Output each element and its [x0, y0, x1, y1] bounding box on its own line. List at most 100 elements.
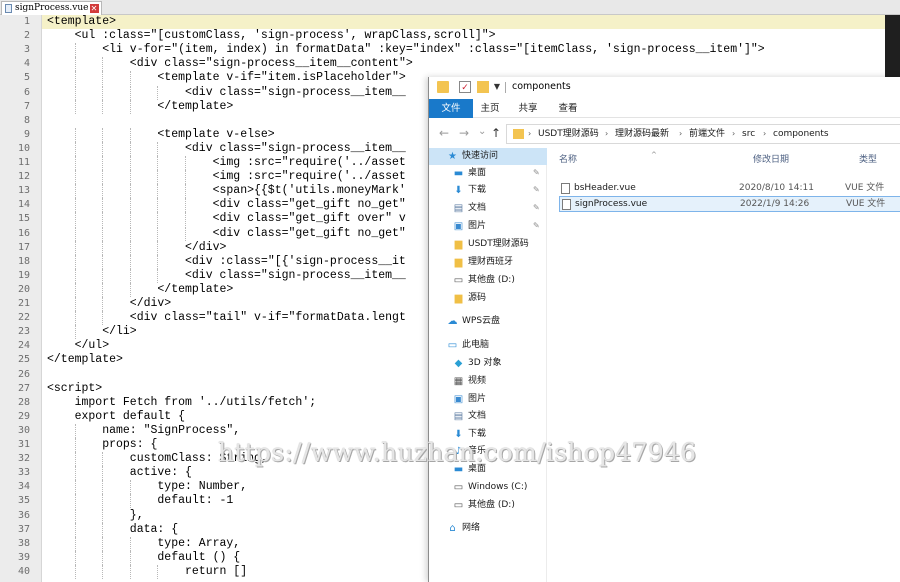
- sidebar-item[interactable]: ▭ 此电脑: [429, 337, 547, 354]
- file-explorer-window[interactable]: ✓ ▼ components 文件 主页 共享 查看 ← → ⌄ ↑ › USD…: [428, 77, 900, 582]
- recent-locations-icon[interactable]: ⌄: [478, 125, 486, 139]
- forward-arrow-icon[interactable]: →: [459, 126, 469, 140]
- file-type: VUE 文件: [846, 199, 886, 209]
- code-line[interactable]: 4 <div class="sign-process__item__content…: [24, 57, 885, 72]
- sidebar-item[interactable]: ▬ 桌面 ✎: [429, 165, 547, 182]
- sidebar-item[interactable]: ♪ 音乐: [429, 443, 547, 460]
- sidebar-item[interactable]: ◆ 3D 对象: [429, 355, 547, 372]
- line-number: 5: [23, 72, 30, 84]
- back-arrow-icon[interactable]: ←: [439, 126, 449, 140]
- indent-guide: [74, 494, 76, 509]
- line-number: 15: [17, 213, 30, 225]
- indent-guide: [102, 254, 104, 269]
- code-text: <img :src="require('../asset: [212, 170, 406, 184]
- code-text: type: Array,: [157, 536, 241, 550]
- code-line[interactable]: 2 <ul :class="[customClass, 'sign-process…: [24, 29, 885, 43]
- sidebar-item[interactable]: ▆ USDT理财源码: [429, 236, 547, 253]
- tab-signprocess-vue[interactable]: signProcess.vue ✕: [1, 1, 102, 15]
- indent-guide: [74, 141, 76, 156]
- file-date: 2020/8/10 14:11: [739, 183, 814, 193]
- new-folder-icon[interactable]: [477, 81, 489, 93]
- breadcrumb-components[interactable]: components: [773, 128, 829, 140]
- chevron-down-icon[interactable]: ▼: [491, 81, 503, 93]
- indent-guide: [74, 268, 76, 283]
- sidebar-item[interactable]: ▭ 其他盘 (D:): [429, 497, 547, 514]
- pin-icon[interactable]: ✎: [533, 221, 540, 231]
- ribbon-tab-file[interactable]: 文件: [429, 99, 473, 118]
- ribbon-tab-home[interactable]: 主页: [475, 99, 505, 118]
- sidebar-item-label: 网络: [462, 523, 481, 533]
- properties-icon[interactable]: ✓: [459, 81, 471, 93]
- up-arrow-icon[interactable]: ↑: [491, 126, 501, 140]
- line-number: 2: [23, 30, 30, 42]
- network-icon: ⌂: [449, 523, 456, 534]
- code-text: <template v-else>: [157, 127, 275, 141]
- indent-guide: [102, 240, 104, 255]
- indent-guide: [102, 99, 104, 114]
- indent-guide: [74, 57, 76, 72]
- line-number: 27: [17, 382, 30, 394]
- sidebar-item[interactable]: ▬ 桌面: [429, 461, 547, 478]
- sidebar-item[interactable]: ▣ 图片: [429, 391, 547, 408]
- code-text: },: [129, 508, 144, 522]
- indent-guide: [74, 240, 76, 255]
- breadcrumb-frontend[interactable]: 前端文件: [689, 128, 725, 140]
- indent-guide: [129, 141, 131, 156]
- sidebar-item[interactable]: ▆ 理财西班牙: [429, 254, 547, 271]
- indent-guide: [74, 536, 76, 551]
- indent-guide: [185, 184, 186, 199]
- drive-icon: ▭: [453, 482, 464, 493]
- line-number: 32: [17, 453, 30, 465]
- file-row[interactable]: bsHeader.vue 2020/8/10 14:11 VUE 文件: [559, 181, 900, 197]
- ribbon-tab-share[interactable]: 共享: [513, 99, 543, 118]
- code-line[interactable]: 1 <template>: [24, 15, 885, 29]
- sidebar-item[interactable]: ▤ 文档: [429, 408, 547, 425]
- sidebar-item[interactable]: ⬇ 下载 ✎: [429, 182, 547, 199]
- breadcrumb-usdt[interactable]: USDT理财源码: [538, 128, 599, 140]
- sidebar-item[interactable]: ▭ Windows (C:): [429, 479, 547, 496]
- indent-guide: [74, 282, 76, 297]
- line-number: 35: [17, 495, 30, 507]
- close-icon[interactable]: ✕: [89, 4, 99, 13]
- desktop-icon: ▬: [453, 168, 464, 179]
- code-text: <div class="tail" v-if="formatData.lengt: [129, 311, 406, 325]
- sidebar-item[interactable]: ▦ 视频: [429, 373, 547, 390]
- code-text: customClass: String,: [129, 452, 268, 466]
- file-icon: [562, 199, 571, 210]
- code-line[interactable]: 3 <li v-for="(item, index) in formatData"…: [24, 43, 885, 58]
- breadcrumb-src[interactable]: src: [742, 128, 755, 140]
- sidebar-item[interactable]: ▤ 文档 ✎: [429, 200, 547, 217]
- code-text: name: "SignProcess",: [102, 423, 241, 437]
- sidebar-item[interactable]: ⌂ 网络: [429, 520, 547, 537]
- sidebar-item[interactable]: ▆ 源码: [429, 290, 547, 307]
- code-text: </template>: [157, 99, 234, 113]
- pin-icon[interactable]: ✎: [533, 185, 540, 195]
- line-number: 28: [17, 396, 30, 408]
- navigation-pane[interactable]: ★ 快速访问 ▬ 桌面 ✎ ⬇ 下载 ✎ ▤ 文档 ✎ ▣ 图片 ✎ ▆ USDT理财源码 ▆ 理财西班牙 ▭ 其他盘…: [429, 148, 547, 582]
- sidebar-item[interactable]: ▣ 图片 ✎: [429, 218, 547, 235]
- breadcrumb-latest[interactable]: 理财源码最新: [615, 128, 669, 140]
- indent-guide: [157, 184, 159, 199]
- code-text: <template v-if="item.isPlaceholder">: [157, 71, 406, 85]
- indent-guide: [102, 536, 104, 551]
- file-list[interactable]: 名称 ^ 修改日期 类型 bsHeader.vue 2020/8/10 14:1…: [547, 148, 900, 582]
- sidebar-item[interactable]: ▭ 其他盘 (D:): [429, 272, 547, 289]
- indent-guide: [102, 141, 104, 156]
- address-box[interactable]: › USDT理财源码 › 理财源码最新 › 前端文件 › src › compo…: [506, 124, 900, 144]
- sidebar-item[interactable]: ⬇ 下载: [429, 426, 547, 443]
- code-text: </ul>: [74, 339, 110, 353]
- column-header-type[interactable]: 类型: [859, 154, 877, 166]
- line-number: 16: [17, 227, 30, 239]
- sidebar-item[interactable]: ★ 快速访问: [429, 148, 547, 165]
- pin-icon[interactable]: ✎: [533, 168, 540, 178]
- sidebar-item[interactable]: ☁ WPS云盘: [429, 313, 547, 330]
- code-text: </div>: [185, 240, 227, 254]
- pin-icon[interactable]: ✎: [533, 203, 540, 213]
- indent-guide: [157, 226, 159, 241]
- code-text: <template>: [47, 15, 117, 28]
- column-header-name[interactable]: 名称: [559, 154, 577, 166]
- file-row[interactable]: signProcess.vue 2022/1/9 14:26 VUE 文件: [559, 196, 900, 212]
- column-header-date[interactable]: 修改日期: [753, 154, 789, 166]
- indent-guide: [102, 85, 104, 100]
- ribbon-tab-view[interactable]: 查看: [553, 99, 583, 118]
